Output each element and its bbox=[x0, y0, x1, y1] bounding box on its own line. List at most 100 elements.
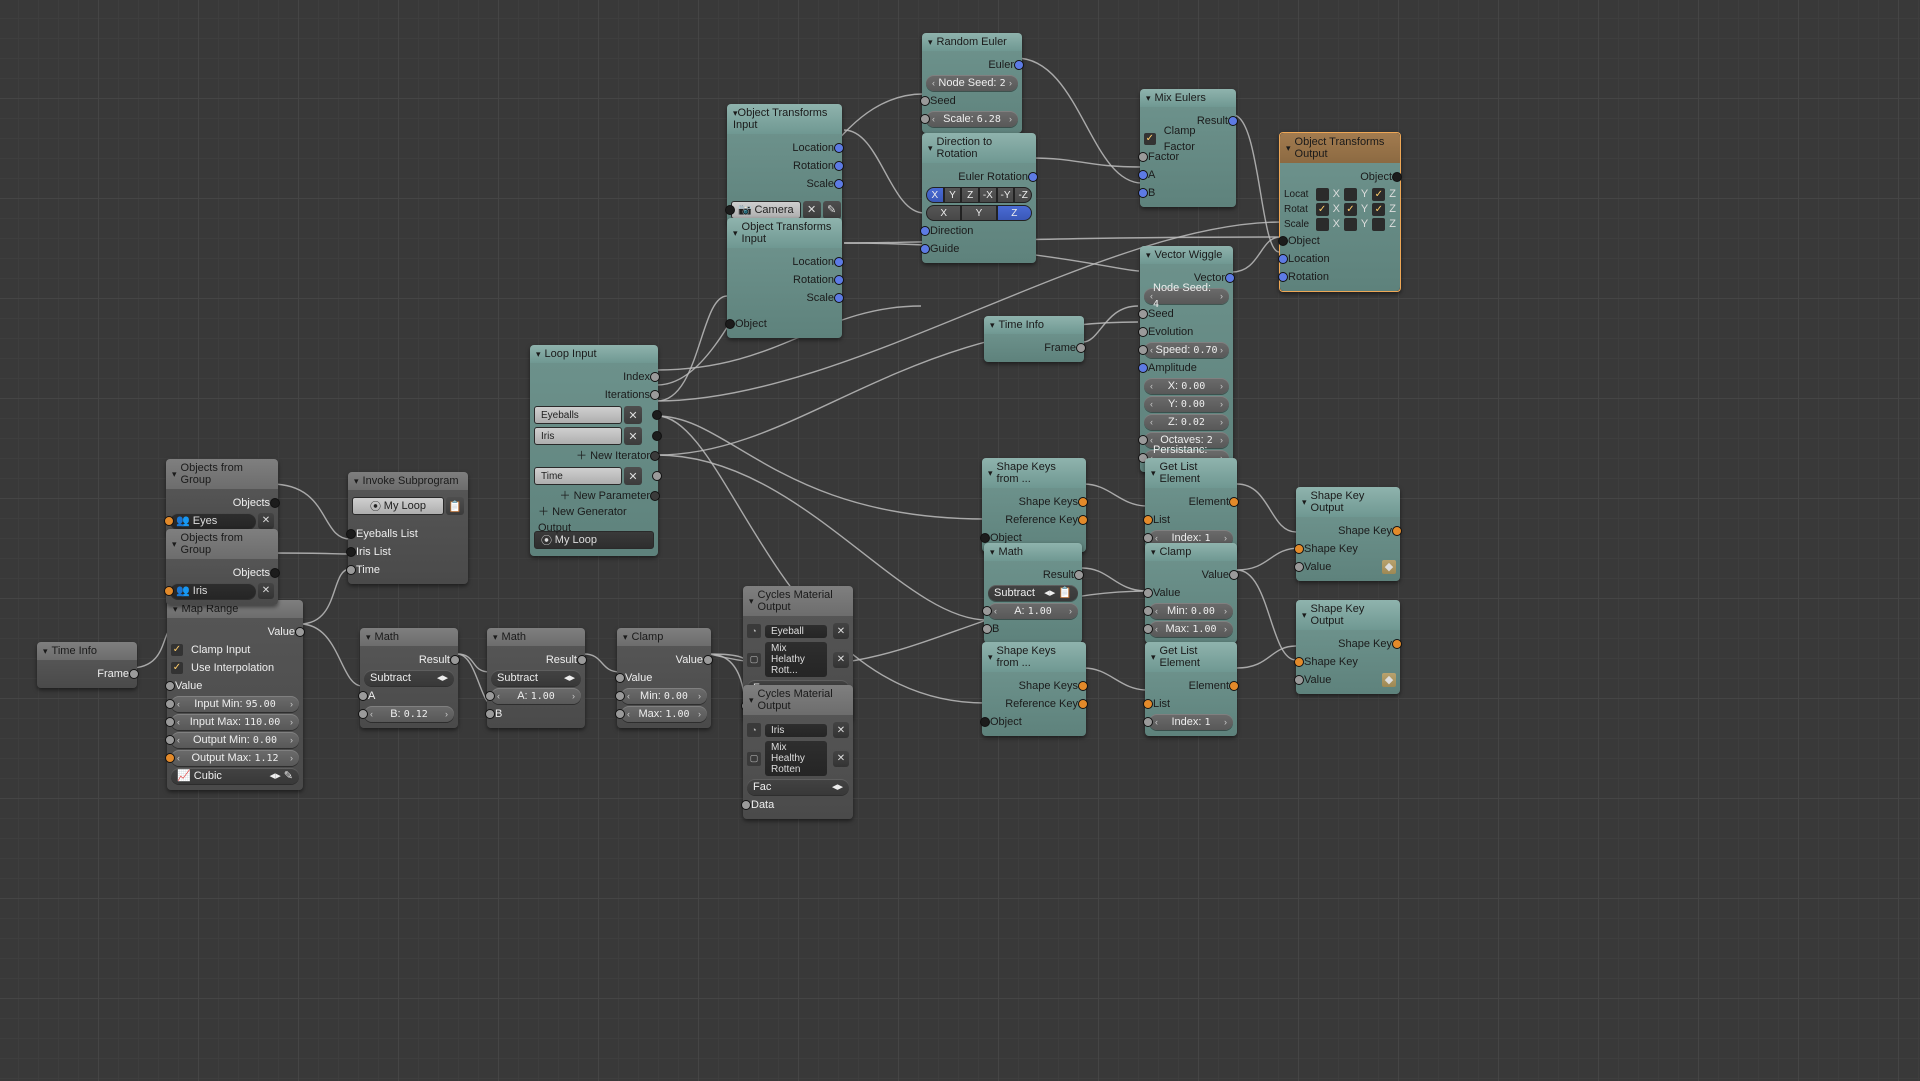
picker-icon[interactable]: 📋 bbox=[446, 497, 464, 515]
collapse-icon[interactable]: ▾ bbox=[623, 632, 628, 643]
param-time[interactable]: Time bbox=[534, 467, 622, 485]
socket[interactable] bbox=[1078, 515, 1088, 525]
collapse-icon[interactable]: ▾ bbox=[172, 539, 177, 550]
socket[interactable] bbox=[1229, 570, 1239, 580]
guide-z-btn[interactable]: Z bbox=[997, 205, 1032, 221]
socket[interactable] bbox=[1138, 152, 1148, 162]
socket[interactable] bbox=[1143, 533, 1153, 543]
collapse-icon[interactable]: ▾ bbox=[172, 469, 177, 480]
subprogram-name[interactable]: My Loop bbox=[384, 500, 426, 512]
collapse-icon[interactable]: ▾ bbox=[928, 143, 933, 154]
checkbox-clamp-factor[interactable]: ✓ bbox=[1144, 133, 1156, 145]
cb-y[interactable] bbox=[1344, 203, 1357, 216]
axis-neg-x-btn[interactable]: -X bbox=[979, 187, 997, 203]
socket[interactable] bbox=[1138, 435, 1148, 445]
axis-neg-z-btn[interactable]: -Z bbox=[1014, 187, 1032, 203]
iterator-iris[interactable]: Iris bbox=[534, 427, 622, 445]
socket[interactable] bbox=[1294, 544, 1304, 554]
z-field[interactable]: ‹Z: 0.02› bbox=[1144, 414, 1229, 430]
socket[interactable] bbox=[165, 699, 175, 709]
socket[interactable] bbox=[1229, 681, 1239, 691]
socket[interactable] bbox=[165, 681, 175, 691]
socket[interactable] bbox=[1078, 681, 1088, 691]
socket[interactable] bbox=[652, 431, 662, 441]
socket[interactable] bbox=[1229, 497, 1239, 507]
collapse-icon[interactable]: ▾ bbox=[1302, 610, 1307, 621]
node-objects-from-group-1[interactable]: ▾Objects from Group Objects 👥 Eyes✕ bbox=[166, 459, 278, 535]
socket[interactable] bbox=[1143, 699, 1153, 709]
socket[interactable] bbox=[834, 143, 844, 153]
collapse-icon[interactable]: ▾ bbox=[990, 547, 995, 558]
socket[interactable] bbox=[270, 568, 280, 578]
iterator-eyeballs[interactable]: Eyeballs bbox=[534, 406, 622, 424]
node-math-2[interactable]: ▾Math Result Subtract◂▸ ‹A: 1.00› B bbox=[487, 628, 585, 728]
output-min[interactable]: ‹Output Min: 0.00› bbox=[171, 732, 299, 748]
socket[interactable] bbox=[920, 244, 930, 254]
collapse-icon[interactable]: ▾ bbox=[928, 37, 933, 48]
axis-x-btn[interactable]: X bbox=[926, 187, 944, 203]
socket[interactable] bbox=[650, 372, 660, 382]
collapse-icon[interactable]: ▾ bbox=[990, 320, 995, 331]
node-vector-wiggle[interactable]: ▾Vector Wiggle Vector ‹Node Seed: 4› See… bbox=[1140, 246, 1233, 472]
group-field[interactable]: 👥 Eyes bbox=[170, 513, 256, 529]
socket[interactable] bbox=[920, 96, 930, 106]
socket[interactable] bbox=[165, 717, 175, 727]
socket[interactable] bbox=[358, 691, 368, 701]
cb-y[interactable] bbox=[1344, 218, 1357, 231]
collapse-icon[interactable]: ▾ bbox=[1151, 468, 1156, 479]
new-iterator[interactable]: New Iterator bbox=[590, 450, 650, 462]
keyframe-icon[interactable]: ◆ bbox=[1382, 560, 1396, 574]
axis-neg-y-btn[interactable]: -Y bbox=[997, 187, 1015, 203]
socket[interactable] bbox=[1014, 60, 1024, 70]
collapse-icon[interactable]: ▾ bbox=[1302, 497, 1307, 508]
socket[interactable] bbox=[1028, 172, 1038, 182]
socket[interactable] bbox=[920, 114, 930, 124]
socket[interactable] bbox=[1138, 309, 1148, 319]
object-field[interactable]: Camera bbox=[754, 202, 793, 218]
collapse-icon[interactable]: ▾ bbox=[1146, 93, 1151, 104]
index-field[interactable]: ‹Index: 1› bbox=[1149, 714, 1233, 730]
cb-x[interactable] bbox=[1316, 203, 1329, 216]
checkbox-interp[interactable]: ✓ bbox=[171, 662, 183, 674]
socket[interactable] bbox=[164, 516, 174, 526]
socket[interactable] bbox=[834, 179, 844, 189]
socket[interactable] bbox=[1294, 675, 1304, 685]
output-max[interactable]: ‹Output Max: 1.12› bbox=[171, 750, 299, 766]
node-cycles-material-output-2[interactable]: ▾Cycles Material Output ◔Iris✕ ▢Mix Heal… bbox=[743, 685, 853, 819]
socket[interactable] bbox=[1225, 273, 1235, 283]
collapse-icon[interactable]: ▾ bbox=[493, 632, 498, 643]
node-get-list-element-1[interactable]: ▾Get List Element Element List ‹Index: 1… bbox=[1145, 458, 1237, 552]
node-object-transforms-output[interactable]: ▾Object Transforms Output Object LocatXY… bbox=[1279, 132, 1401, 292]
socket[interactable] bbox=[270, 498, 280, 508]
socket[interactable] bbox=[295, 627, 305, 637]
clear-icon[interactable]: ✕ bbox=[833, 652, 849, 668]
max-field[interactable]: ‹Max: 1.00› bbox=[621, 706, 707, 722]
collapse-icon[interactable]: ▾ bbox=[173, 604, 178, 615]
node-direction-to-rotation[interactable]: ▾Direction to Rotation Euler Rotation X … bbox=[922, 133, 1036, 263]
input-a[interactable]: ‹A: 1.00› bbox=[988, 603, 1078, 619]
cb-z[interactable] bbox=[1372, 188, 1385, 201]
socket[interactable] bbox=[615, 709, 625, 719]
socket[interactable] bbox=[1138, 363, 1148, 373]
max-field[interactable]: ‹Max: 1.00› bbox=[1149, 621, 1233, 637]
node-invoke-subprogram[interactable]: ▾Invoke Subprogram ⦿ My Loop📋 Eyeballs L… bbox=[348, 472, 468, 584]
socket[interactable] bbox=[1138, 188, 1148, 198]
socket[interactable] bbox=[703, 655, 713, 665]
collapse-icon[interactable]: ▾ bbox=[988, 468, 993, 479]
cb-x[interactable] bbox=[1316, 188, 1329, 201]
socket[interactable] bbox=[346, 529, 356, 539]
socket[interactable] bbox=[577, 655, 587, 665]
socket[interactable] bbox=[980, 533, 990, 543]
clear-icon[interactable]: ✕ bbox=[624, 467, 642, 485]
input-min[interactable]: ‹Input Min: 95.00› bbox=[171, 696, 299, 712]
clear-icon[interactable]: ✕ bbox=[258, 583, 274, 599]
socket[interactable] bbox=[652, 410, 662, 420]
node-icon[interactable]: ▢ bbox=[747, 653, 761, 667]
mix-field[interactable]: Mix Helathy Rott... bbox=[765, 642, 827, 677]
new-generator-output[interactable]: New Generator Output bbox=[538, 506, 627, 534]
collapse-icon[interactable]: ▾ bbox=[749, 695, 754, 706]
socket[interactable] bbox=[1138, 327, 1148, 337]
node-shape-keys-from-1[interactable]: ▾Shape Keys from ... Shape Keys Referenc… bbox=[982, 458, 1086, 552]
node-shape-key-output-1[interactable]: ▾Shape Key Output Shape Key Shape Key Va… bbox=[1296, 487, 1400, 581]
collapse-icon[interactable]: ▾ bbox=[749, 596, 754, 607]
